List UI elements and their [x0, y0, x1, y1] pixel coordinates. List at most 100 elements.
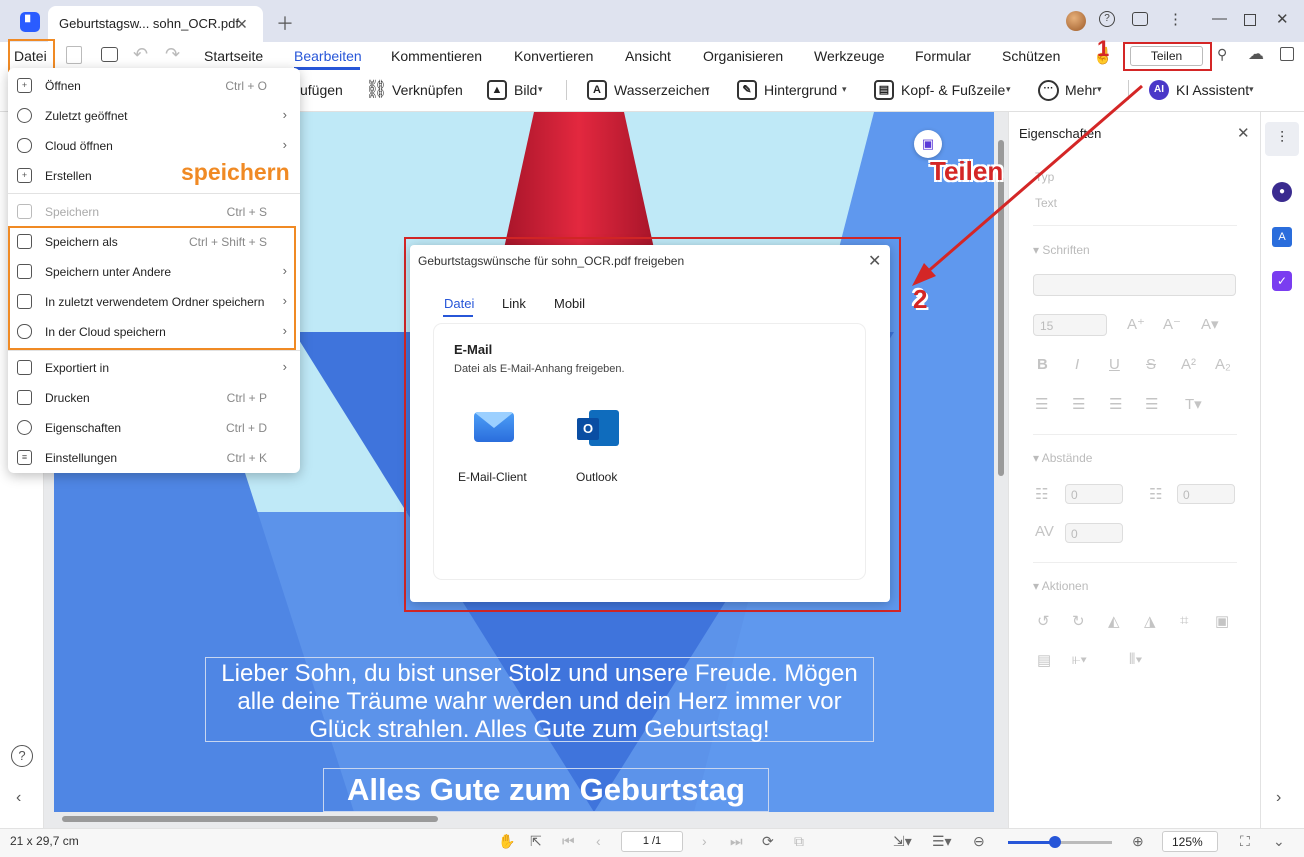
- view-mode-icon[interactable]: ☰▾: [932, 833, 952, 850]
- shrink-font-icon[interactable]: A⁻: [1163, 315, 1181, 333]
- menu-organisieren[interactable]: Organisieren: [703, 48, 783, 64]
- save-icon[interactable]: [66, 46, 82, 64]
- hand-tool-icon[interactable]: ✋: [498, 833, 515, 850]
- window-close-icon[interactable]: ✕: [1276, 10, 1289, 28]
- flip-horizontal-icon[interactable]: ◭: [1108, 612, 1120, 630]
- minimize-icon[interactable]: —: [1212, 10, 1227, 27]
- prev-page-icon[interactable]: ‹: [596, 833, 601, 849]
- link-icon[interactable]: ⛓: [365, 79, 388, 100]
- tab-datei[interactable]: Datei: [444, 296, 474, 311]
- zoom-level-select[interactable]: 125%: [1162, 831, 1218, 852]
- fullscreen-icon[interactable]: ⛶: [1240, 833, 1250, 850]
- email-client-option[interactable]: E-Mail-Client: [458, 470, 527, 484]
- align-left-icon[interactable]: ☰: [1035, 395, 1048, 413]
- menu-item-cloud-open[interactable]: Cloud öffnen ›: [8, 130, 300, 160]
- menu-item-print[interactable]: Drucken Ctrl + P: [8, 382, 300, 412]
- maximize-icon[interactable]: [1244, 14, 1256, 26]
- menu-formular[interactable]: Formular: [915, 48, 971, 64]
- print-icon[interactable]: [101, 47, 118, 62]
- align-justify-icon[interactable]: ☰: [1145, 395, 1158, 413]
- save-image-icon[interactable]: ▤: [1037, 651, 1051, 669]
- menu-konvertieren[interactable]: Konvertieren: [514, 48, 593, 64]
- menu-ansicht[interactable]: Ansicht: [625, 48, 671, 64]
- close-icon[interactable]: ✕: [868, 251, 881, 271]
- fit-page-icon[interactable]: ⧉: [794, 833, 804, 850]
- select-tool-icon[interactable]: ⇱: [530, 833, 542, 850]
- font-size-input[interactable]: 15: [1033, 314, 1107, 336]
- replace-image-icon[interactable]: ▣: [1215, 612, 1229, 630]
- zoom-slider-handle[interactable]: [1049, 836, 1061, 848]
- underline-icon[interactable]: U: [1109, 356, 1120, 373]
- document-assistant-icon[interactable]: ▣: [914, 130, 942, 158]
- align-center-icon[interactable]: ☰: [1072, 395, 1085, 413]
- bold-icon[interactable]: B: [1037, 356, 1048, 373]
- rotate-page-icon[interactable]: ⟳: [762, 833, 774, 850]
- superscript-icon[interactable]: A²: [1181, 356, 1196, 373]
- headline-text-box[interactable]: Alles Gute zum Geburtstag: [323, 768, 769, 812]
- crop-icon[interactable]: ⌗: [1180, 612, 1188, 629]
- rotate-left-icon[interactable]: ↺: [1037, 612, 1050, 630]
- panel-icon[interactable]: [1280, 47, 1294, 61]
- menu-item-recent[interactable]: Zuletzt geöffnet ›: [8, 100, 300, 130]
- italic-icon[interactable]: I: [1075, 356, 1079, 373]
- grow-font-icon[interactable]: A⁺: [1127, 315, 1145, 333]
- background-icon[interactable]: ✎: [737, 80, 757, 100]
- chat-icon[interactable]: [1132, 12, 1148, 26]
- redo-icon[interactable]: ↷: [165, 44, 180, 65]
- menu-item-export[interactable]: Exportiert in ›: [8, 352, 300, 382]
- menu-item-settings[interactable]: ≡ Einstellungen Ctrl + K: [8, 442, 300, 472]
- org-chart-icon[interactable]: ⚲: [1217, 46, 1227, 63]
- menu-bearbeiten[interactable]: Bearbeiten: [294, 48, 362, 64]
- tool-insert[interactable]: ufügen: [300, 82, 343, 98]
- tool-more[interactable]: Mehr: [1065, 82, 1097, 98]
- strikethrough-icon[interactable]: S: [1146, 356, 1156, 373]
- outlook-icon[interactable]: O: [577, 410, 619, 446]
- char-spacing-input[interactable]: 0: [1065, 523, 1123, 543]
- last-page-icon[interactable]: ⏭: [730, 833, 743, 850]
- more-icon[interactable]: ⋮: [1168, 10, 1183, 28]
- tab-mobil[interactable]: Mobil: [554, 296, 585, 311]
- ai-assistant-icon[interactable]: AI: [1149, 80, 1169, 100]
- close-icon[interactable]: ✕: [1237, 124, 1250, 142]
- collapse-left-icon[interactable]: ‹: [16, 789, 21, 807]
- help-icon[interactable]: ?: [1099, 11, 1115, 27]
- font-color-icon[interactable]: A▾: [1201, 315, 1219, 333]
- tool-link[interactable]: Verknüpfen: [392, 82, 463, 98]
- rotate-right-icon[interactable]: ↻: [1072, 612, 1085, 630]
- menu-startseite[interactable]: Startseite: [204, 48, 263, 64]
- expand-right-icon[interactable]: ›: [1276, 789, 1281, 807]
- subscript-icon[interactable]: A₂: [1215, 356, 1231, 373]
- tool-watermark[interactable]: Wasserzeichen: [614, 82, 709, 98]
- menu-item-open[interactable]: + Öffnen Ctrl + O: [8, 70, 300, 100]
- outlook-option[interactable]: Outlook: [576, 470, 617, 484]
- fit-width-icon[interactable]: ⇲▾: [893, 833, 912, 850]
- tool-background[interactable]: Hintergrund: [764, 82, 837, 98]
- menu-werkzeuge[interactable]: Werkzeuge: [814, 48, 885, 64]
- document-tab[interactable]: Geburtstagsw... sohn_OCR.pdf: [48, 6, 263, 42]
- tool-image[interactable]: Bild: [514, 82, 537, 98]
- ai-robot-icon[interactable]: ●: [1272, 182, 1292, 202]
- undo-icon[interactable]: ↶: [133, 44, 148, 65]
- plus-icon[interactable]: ＋: [276, 10, 294, 36]
- menu-kommentieren[interactable]: Kommentieren: [391, 48, 482, 64]
- menu-item-properties[interactable]: Eigenschaften Ctrl + D: [8, 412, 300, 442]
- share-button[interactable]: Teilen: [1130, 46, 1203, 66]
- cloud-upload-icon[interactable]: ☁: [1248, 44, 1264, 64]
- properties-sliders-icon[interactable]: ⫶: [1265, 122, 1299, 156]
- align-objects-icon[interactable]: ⫦▾: [1072, 651, 1087, 668]
- menu-schuetzen[interactable]: Schützen: [1002, 48, 1060, 64]
- image-icon[interactable]: ▲: [487, 80, 507, 100]
- zoom-out-icon[interactable]: ⊖: [973, 833, 985, 850]
- font-family-select[interactable]: [1033, 274, 1236, 296]
- tab-link[interactable]: Link: [502, 296, 526, 311]
- checklist-icon[interactable]: ✓: [1272, 271, 1292, 291]
- translate-icon[interactable]: A: [1272, 227, 1292, 247]
- flip-vertical-icon[interactable]: ◮: [1144, 612, 1156, 630]
- header-footer-icon[interactable]: ▤: [874, 80, 894, 100]
- align-right-icon[interactable]: ☰: [1109, 395, 1122, 413]
- app-logo[interactable]: ▘: [20, 12, 40, 32]
- first-page-icon[interactable]: ⏮: [562, 833, 575, 850]
- horizontal-scrollbar[interactable]: [62, 816, 438, 822]
- next-page-icon[interactable]: ›: [702, 833, 707, 849]
- more-tools-icon[interactable]: ···: [1038, 80, 1059, 101]
